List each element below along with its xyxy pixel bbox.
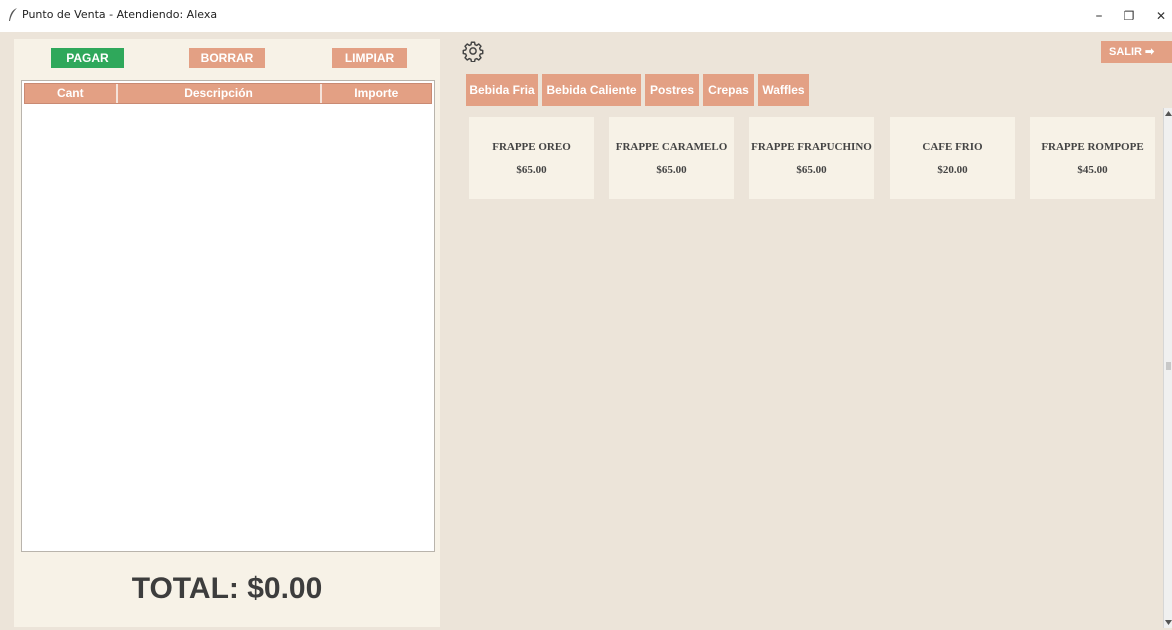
column-header-cant[interactable]: Cant <box>25 84 118 103</box>
product-card-frappe-frapuchino[interactable]: FRAPPE FRAPUCHINO $65.00 <box>749 117 874 199</box>
pay-button[interactable]: PAGAR <box>51 48 124 68</box>
ticket-table-header: Cant Descripción Importe <box>24 83 432 104</box>
product-price: $20.00 <box>937 164 968 176</box>
product-name: FRAPPE CARAMELO <box>615 141 728 153</box>
category-tab-crepas[interactable]: Crepas <box>703 74 754 106</box>
product-card-frappe-oreo[interactable]: FRAPPE OREO $65.00 <box>469 117 594 199</box>
window-title-bar: Punto de Venta - Atendiendo: Alexa – ❐ ✕ <box>0 0 1172 32</box>
minimize-button[interactable]: – <box>1084 4 1114 28</box>
product-name: CAFE FRIO <box>922 141 983 153</box>
product-price: $45.00 <box>1077 164 1108 176</box>
products-scrollbar[interactable] <box>1163 108 1172 628</box>
total-label: TOTAL: $0.00 <box>131 572 323 605</box>
column-header-importe[interactable]: Importe <box>321 84 431 103</box>
scroll-up-arrow-icon[interactable] <box>1165 109 1172 119</box>
delete-button[interactable]: BORRAR <box>189 48 265 68</box>
window-title: Punto de Venta - Atendiendo: Alexa <box>22 8 218 21</box>
column-header-descripcion[interactable]: Descripción <box>117 84 322 103</box>
product-name: FRAPPE FRAPUCHINO <box>751 141 872 153</box>
ticket-table[interactable]: Cant Descripción Importe <box>21 80 435 552</box>
feather-icon <box>9 8 17 21</box>
restore-button[interactable]: ❐ <box>1114 4 1144 28</box>
product-name: FRAPPE ROMPOPE <box>1041 141 1144 153</box>
product-card-frappe-rompope[interactable]: FRAPPE ROMPOPE $45.00 <box>1030 117 1155 199</box>
category-tab-waffles[interactable]: Waffles <box>758 74 809 106</box>
product-price: $65.00 <box>796 164 827 176</box>
exit-button[interactable]: SALIR ➡ <box>1101 41 1172 63</box>
product-name: FRAPPE OREO <box>492 141 571 153</box>
scroll-down-arrow-icon[interactable] <box>1165 617 1172 627</box>
gear-icon[interactable] <box>462 40 484 62</box>
close-button[interactable]: ✕ <box>1146 4 1172 28</box>
product-price: $65.00 <box>516 164 547 176</box>
category-tab-postres[interactable]: Postres <box>645 74 699 106</box>
scrollbar-thumb[interactable] <box>1166 362 1171 370</box>
product-price: $65.00 <box>656 164 687 176</box>
product-card-cafe-frio[interactable]: CAFE FRIO $20.00 <box>890 117 1015 199</box>
category-tab-bebida-fria[interactable]: Bebida Fria <box>466 74 538 106</box>
ticket-panel: PAGAR BORRAR LIMPIAR Cant Descripción Im… <box>14 39 440 627</box>
clear-button[interactable]: LIMPIAR <box>332 48 407 68</box>
product-card-frappe-caramelo[interactable]: FRAPPE CARAMELO $65.00 <box>609 117 734 199</box>
category-tab-bebida-caliente[interactable]: Bebida Caliente <box>542 74 641 106</box>
